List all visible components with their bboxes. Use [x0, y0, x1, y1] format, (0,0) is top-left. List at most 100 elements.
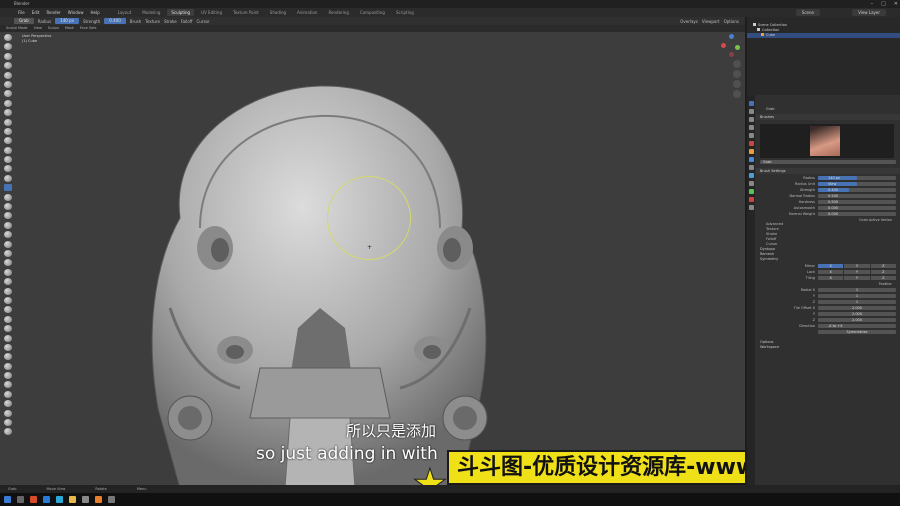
- camera-view-icon[interactable]: [733, 80, 741, 88]
- world-tab-icon[interactable]: [748, 141, 754, 146]
- pinch-brush-icon[interactable]: [4, 165, 12, 173]
- symmetry-axis-toggle[interactable]: X: [818, 263, 844, 268]
- tab-uv-editing[interactable]: UV Editing: [197, 9, 226, 16]
- radial-field[interactable]: 2.000: [818, 311, 896, 316]
- settings-icon[interactable]: [108, 496, 115, 503]
- brush-preview-box[interactable]: [760, 124, 894, 158]
- object-tab-icon[interactable]: [748, 149, 754, 154]
- draw-sharp-brush-icon[interactable]: [4, 43, 12, 51]
- mode-selector[interactable]: Sculpt Mode: [6, 25, 28, 32]
- mask-brush-icon[interactable]: [4, 278, 12, 286]
- symmetry-axis-toggle[interactable]: X: [818, 269, 844, 274]
- mask-menu[interactable]: Mask: [65, 25, 74, 32]
- box-mask-icon[interactable]: [4, 296, 12, 304]
- viewport-menu[interactable]: Viewport: [702, 19, 720, 24]
- simplify-brush-icon[interactable]: [4, 268, 12, 276]
- clay-strips-brush-icon[interactable]: [4, 62, 12, 70]
- symmetry-axis-toggle[interactable]: Y: [844, 275, 870, 280]
- tab-texture-paint[interactable]: Texture Paint: [229, 9, 263, 16]
- scrape-brush-icon[interactable]: [4, 146, 12, 154]
- color-filter-icon[interactable]: [4, 362, 12, 370]
- scale-icon[interactable]: [4, 409, 12, 417]
- view-layer-tab-icon[interactable]: [748, 125, 754, 130]
- sculpt-menu[interactable]: Sculpt: [48, 25, 59, 32]
- menu-help[interactable]: Help: [90, 10, 99, 15]
- symmetry-axis-toggle[interactable]: Z: [870, 263, 896, 268]
- view-layer-selector[interactable]: View Layer: [852, 9, 886, 16]
- inflate-brush-icon[interactable]: [4, 90, 12, 98]
- radial-field[interactable]: 2.000: [818, 317, 896, 322]
- clay-brush-icon[interactable]: [4, 52, 12, 60]
- zoom-icon[interactable]: [733, 60, 741, 68]
- 3d-viewport[interactable]: User Perspective (1) Cube + 所以只是添加 so ju…: [0, 32, 745, 485]
- brushes-section[interactable]: Brushes: [756, 114, 900, 120]
- radial-field[interactable]: 1: [818, 299, 896, 304]
- falloff-menu[interactable]: Falloff: [181, 19, 193, 24]
- smooth-brush-icon[interactable]: [4, 118, 12, 126]
- symmetry-axis-toggle[interactable]: X: [818, 275, 844, 280]
- brush-setting-field[interactable]: 140 px: [818, 175, 896, 180]
- menu-file[interactable]: File: [18, 10, 25, 15]
- face-sets-menu[interactable]: Face Sets: [80, 25, 97, 32]
- menu-edit[interactable]: Edit: [32, 10, 40, 15]
- texture-tab-icon[interactable]: [748, 205, 754, 210]
- tab-sculpting[interactable]: Sculpting: [167, 9, 195, 16]
- gizmo-y-axis-icon[interactable]: [735, 45, 740, 50]
- brush-setting-field[interactable]: View: [818, 181, 896, 186]
- transform-icon[interactable]: [4, 419, 12, 427]
- minimize-button[interactable]: –: [871, 0, 874, 8]
- brush-setting-field[interactable]: 0.400: [818, 187, 896, 192]
- brush-setting-field[interactable]: 0.000: [818, 211, 896, 216]
- radial-field[interactable]: 2.000: [818, 305, 896, 310]
- strength-field[interactable]: 0.400: [104, 18, 126, 24]
- mask-by-color-icon[interactable]: [4, 381, 12, 389]
- symmetry-axis-toggle[interactable]: Y: [844, 263, 870, 268]
- tab-animation[interactable]: Animation: [293, 9, 321, 16]
- render-tab-icon[interactable]: [748, 109, 754, 114]
- maximize-button[interactable]: □: [881, 0, 886, 8]
- line-project-icon[interactable]: [4, 334, 12, 342]
- rotate-brush-icon[interactable]: [4, 231, 12, 239]
- layer-brush-icon[interactable]: [4, 80, 12, 88]
- modifier-tab-icon[interactable]: [748, 157, 754, 162]
- workspace-section[interactable]: Workspace: [756, 345, 900, 350]
- overlays-menu[interactable]: Overlays: [680, 19, 698, 24]
- draw-brush-icon[interactable]: [4, 34, 12, 41]
- menu-render[interactable]: Render: [46, 10, 60, 15]
- elastic-deform-brush-icon[interactable]: [4, 184, 12, 192]
- data-tab-icon[interactable]: [748, 189, 754, 194]
- explorer-icon[interactable]: [69, 496, 76, 503]
- physics-tab-icon[interactable]: [748, 173, 754, 178]
- tab-rendering[interactable]: Rendering: [324, 9, 352, 16]
- radius-field[interactable]: 140 px: [55, 18, 79, 24]
- brush-name-field[interactable]: Grab: [760, 159, 896, 164]
- symmetry-section[interactable]: Symmetry: [756, 257, 900, 262]
- tab-compositing[interactable]: Compositing: [356, 9, 389, 16]
- store-icon[interactable]: [56, 496, 63, 503]
- tab-modeling[interactable]: Modeling: [138, 9, 164, 16]
- box-trim-icon[interactable]: [4, 325, 12, 333]
- fill-brush-icon[interactable]: [4, 137, 12, 145]
- blob-brush-icon[interactable]: [4, 99, 12, 107]
- start-icon[interactable]: [4, 496, 11, 503]
- brush-menu[interactable]: Brush: [130, 19, 142, 24]
- gizmo-negative-axis-icon[interactable]: [729, 52, 734, 57]
- tab-layout[interactable]: Layout: [114, 9, 136, 16]
- grab-active-vertex-checkbox[interactable]: Grab Active Vertex: [859, 218, 892, 222]
- view-layer-field[interactable]: View Layer: [852, 9, 886, 16]
- flatten-brush-icon[interactable]: [4, 127, 12, 135]
- scene-field[interactable]: Scene: [795, 9, 820, 16]
- cloth-brush-icon[interactable]: [4, 259, 12, 267]
- output-tab-icon[interactable]: [748, 117, 754, 122]
- slide-relax-brush-icon[interactable]: [4, 240, 12, 248]
- crease-brush-icon[interactable]: [4, 109, 12, 117]
- rotate-icon[interactable]: [4, 400, 12, 408]
- feather-checkbox[interactable]: Feather: [879, 282, 892, 286]
- grab-brush-icon[interactable]: [4, 174, 12, 182]
- cloth-filter-icon[interactable]: [4, 353, 12, 361]
- perspective-toggle-icon[interactable]: [733, 90, 741, 98]
- cursor-menu[interactable]: Cursor: [197, 19, 210, 24]
- stroke-menu[interactable]: Stroke: [164, 19, 177, 24]
- symmetry-axis-toggle[interactable]: Y: [844, 269, 870, 274]
- pan-hand-icon[interactable]: [733, 70, 741, 78]
